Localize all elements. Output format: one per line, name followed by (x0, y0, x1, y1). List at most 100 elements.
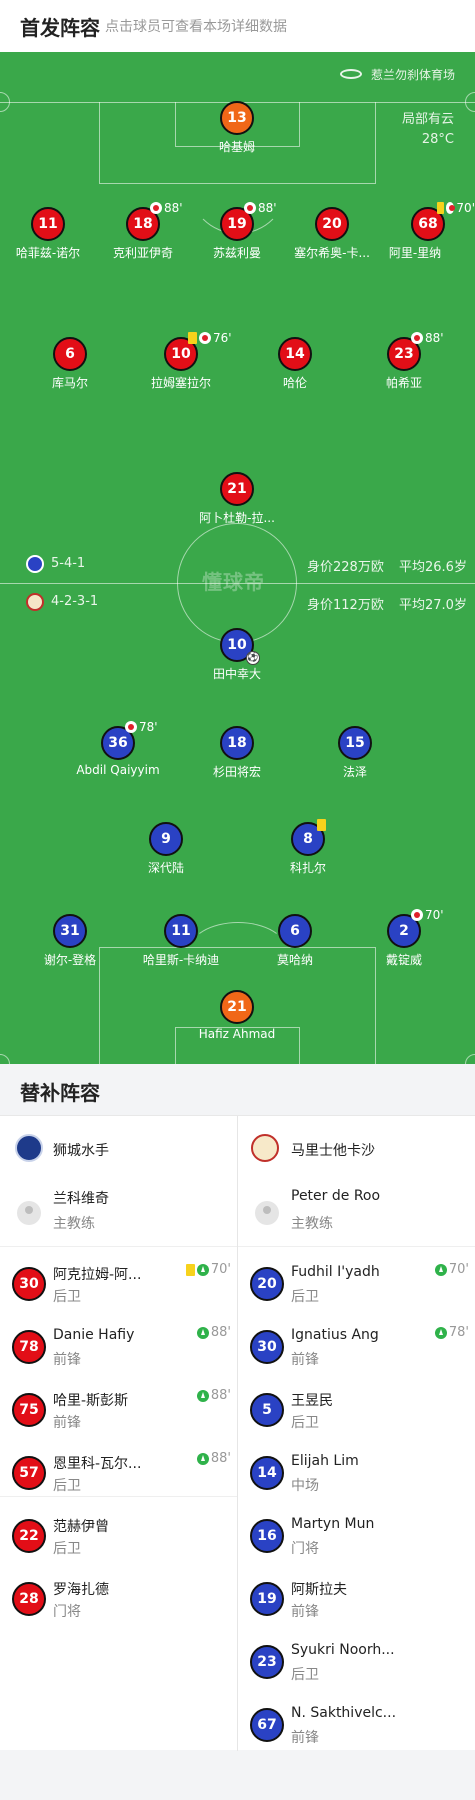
player-home-am2[interactable]: 18 杉田将宏 (182, 726, 292, 780)
player-home-dm1[interactable]: 9 深代陆 (111, 822, 221, 876)
player-position: 前锋 (53, 1352, 81, 1368)
jersey-number: 9 (149, 822, 183, 856)
player-name: 戴锭威 (385, 953, 422, 967)
player-home-d3[interactable]: 6 莫哈纳 (240, 914, 350, 968)
player-away-d5[interactable]: 68 70' 阿里-里纳 (359, 201, 475, 261)
yellow-card-icon (185, 1263, 195, 1276)
sub-player-row[interactable]: 20 Fudhil I'yadh 后卫 70' (238, 1252, 474, 1312)
row-divider (238, 1246, 475, 1247)
sub-player-row[interactable]: 78 Danie Hafiy 前锋 88' (0, 1315, 236, 1375)
player-away-m3[interactable]: 14 哈伦 (240, 337, 350, 391)
player-position: 前锋 (291, 1730, 319, 1746)
sub-player-row[interactable]: 28 罗海扎德 门将 (0, 1567, 236, 1627)
jersey-number: 6 (53, 337, 87, 371)
player-name: Danie Hafiy (53, 1327, 135, 1343)
player-position: 前锋 (53, 1415, 81, 1431)
sub-out-icon (411, 332, 423, 344)
coach-avatar-icon (17, 1201, 41, 1225)
corner-arc (465, 1054, 475, 1064)
player-name: 阿里-里纳 (388, 246, 442, 260)
player-name: N. Sakthivelc... (291, 1705, 397, 1721)
player-name: 田中幸大 (212, 667, 261, 681)
sub-player-row[interactable]: 16 Martyn Mun 门将 (238, 1504, 474, 1564)
player-away-d3[interactable]: 19 88' 苏兹利曼 (182, 201, 292, 261)
player-name: 谢尔-登格 (43, 953, 97, 967)
coach-avatar-icon (255, 1201, 279, 1225)
jersey-number: 18 (220, 726, 254, 760)
home-market-value: 身价112万欧 (307, 598, 384, 613)
player-home-am1[interactable]: 36 78' Abdil Qaiyyim (63, 720, 173, 777)
player-name: Martyn Mun (291, 1516, 375, 1532)
jersey-number: 31 (53, 914, 87, 948)
jersey-number: 30 (250, 1330, 284, 1364)
player-away-m4[interactable]: 23 88' 帕希亚 (349, 331, 459, 391)
player-position: 门将 (291, 1541, 319, 1557)
player-home-st[interactable]: 10 ⚽ 田中幸大 (182, 628, 292, 682)
player-home-d2[interactable]: 11 哈里斯-卡纳迪 (126, 914, 236, 968)
lineup-title: 首发阵容 (20, 16, 100, 40)
coach-name: Peter de Roo (291, 1188, 381, 1204)
sub-player-row[interactable]: 67 N. Sakthivelc... 前锋 (238, 1693, 474, 1753)
player-away-st[interactable]: 21 阿卜杜勒-拉... (182, 472, 292, 526)
player-name: 苏兹利曼 (212, 246, 261, 260)
jersey-number: 14 (278, 337, 312, 371)
row-divider (0, 1496, 237, 1497)
player-name: Syukri Noorh... (291, 1642, 395, 1658)
weather-text: 局部有云 (401, 112, 454, 127)
player-home-dm2[interactable]: 8 科扎尔 (253, 819, 363, 876)
jersey-number: 15 (338, 726, 372, 760)
subs-panel: 狮城水手 兰科维奇 主教练 马里士他卡沙 Peter de Roo 主教练 30… (0, 1115, 475, 1753)
sub-player-row[interactable]: 23 Syukri Noorh... 后卫 (238, 1630, 474, 1690)
player-position: 中场 (291, 1478, 319, 1494)
sub-player-row[interactable]: 22 范赫伊曾 后卫 (0, 1504, 236, 1564)
jersey-number: 23 (250, 1645, 284, 1679)
sub-player-row[interactable]: 57 恩里科-瓦尔... 后卫 88' (0, 1441, 236, 1501)
jersey-number: 21 (220, 990, 254, 1024)
weather-info: 局部有云 28°C (340, 110, 454, 150)
sub-player-row[interactable]: 14 Elijah Lim 中场 (238, 1441, 474, 1501)
player-position: 后卫 (291, 1289, 319, 1305)
sub-in-icon (196, 1263, 209, 1276)
sub-player-row[interactable]: 75 哈里-斯彭斯 前锋 88' (0, 1378, 236, 1438)
player-away-m1[interactable]: 6 库马尔 (15, 337, 125, 391)
player-home-gk[interactable]: 21 Hafiz Ahmad (182, 990, 292, 1041)
pitch: 惹兰勿刹体育场 局部有云 28°C 懂球帝 5-4-1 身价228万欧 平均26… (0, 52, 475, 1064)
player-away-gk[interactable]: 13 哈基姆 (182, 101, 292, 155)
venue-name: 惹兰勿刹体育场 (371, 68, 456, 82)
sub-event: 88' (196, 1451, 231, 1466)
player-name: 科扎尔 (289, 861, 326, 875)
sub-player-row[interactable]: 19 阿斯拉夫 前锋 (238, 1567, 474, 1627)
away-team-badge-icon (26, 555, 44, 573)
player-home-d1[interactable]: 31 谢尔-登格 (15, 914, 125, 968)
sub-out-icon (199, 332, 211, 344)
player-position: 后卫 (53, 1478, 81, 1494)
player-position: 后卫 (291, 1415, 319, 1431)
jersey-number: 28 (12, 1582, 46, 1616)
jersey-number: 22 (12, 1519, 46, 1553)
player-name: 罗海扎德 (53, 1582, 109, 1598)
yellow-card-icon (317, 819, 326, 831)
yellow-card-icon (437, 202, 444, 214)
jersey-number: 67 (250, 1708, 284, 1742)
away-market-value: 身价228万欧 (307, 560, 384, 575)
goal-ball-icon: ⚽ (246, 651, 260, 665)
sub-event: 88' (150, 201, 183, 215)
sub-player-row[interactable]: 30 Ignatius Ang 前锋 78' (238, 1315, 474, 1375)
player-name: Hafiz Ahmad (198, 1027, 276, 1041)
corner-arc (465, 92, 475, 112)
home-avg-age: 平均27.0岁 (399, 598, 467, 613)
player-home-d4[interactable]: 2 70' 戴锭威 (349, 908, 459, 968)
sub-player-row[interactable]: 5 王昱民 后卫 (238, 1378, 474, 1438)
jersey-number: 20 (250, 1267, 284, 1301)
temperature: 28°C (421, 132, 454, 147)
player-home-am3[interactable]: 15 法泽 (300, 726, 410, 780)
jersey-number: 20 (315, 207, 349, 241)
player-name: 恩里科-瓦尔... (53, 1456, 142, 1472)
corner-arc (0, 1054, 10, 1064)
sub-player-row[interactable]: 30 阿克拉姆-阿... 后卫 70' (0, 1252, 236, 1312)
player-name: 杉田将宏 (212, 765, 261, 779)
player-name: 哈里斯-卡纳迪 (142, 953, 220, 967)
player-away-m2[interactable]: 10 76' 拉姆塞拉尔 (126, 331, 236, 391)
player-position: 后卫 (291, 1667, 319, 1683)
jersey-number: 14 (250, 1456, 284, 1490)
